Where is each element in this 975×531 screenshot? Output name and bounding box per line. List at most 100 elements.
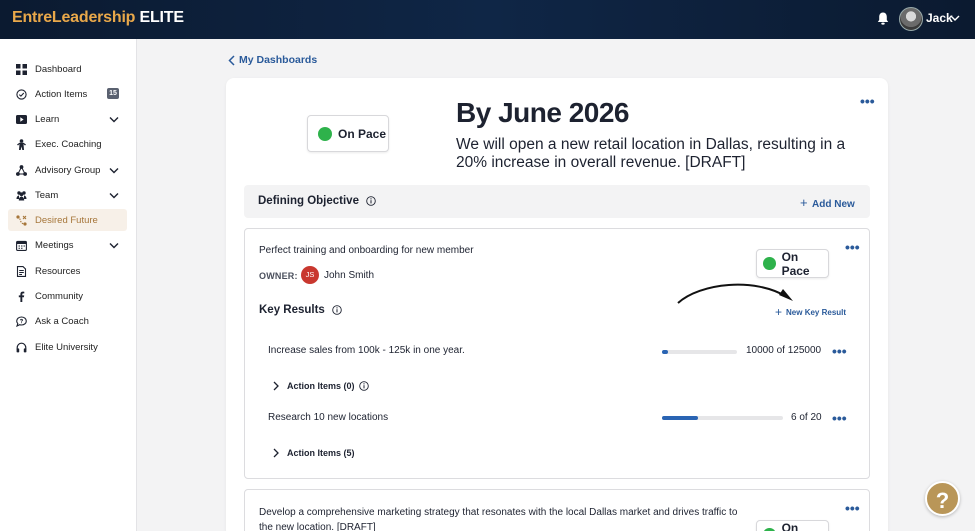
desired-future-icon <box>16 214 27 226</box>
sidebar-item-elite-university[interactable]: Elite University <box>8 336 127 358</box>
sidebar-item-community[interactable]: Community <box>8 285 127 307</box>
owner-label: OWNER: <box>259 271 298 281</box>
check-circle-icon <box>16 88 27 100</box>
new-key-result-button[interactable]: + New Key Result <box>775 305 846 319</box>
sidebar-item-dashboard[interactable]: Dashboard <box>8 58 127 80</box>
coaching-icon <box>17 138 26 150</box>
chevron-down-icon[interactable] <box>109 167 119 174</box>
grid-icon <box>16 63 27 75</box>
sidebar-item-exec-coaching[interactable]: Exec. Coaching <box>8 133 127 155</box>
goal-description: We will open a new retail location in Da… <box>456 136 846 171</box>
sidebar-item-label: Dashboard <box>35 63 82 75</box>
sidebar-item-label: Community <box>35 290 84 302</box>
sidebar-item-action-items[interactable]: Action Items 15 <box>8 83 127 105</box>
action-items-toggle[interactable]: Action Items (0) <box>273 381 377 391</box>
network-icon <box>16 164 27 176</box>
count-badge: 15 <box>107 88 119 99</box>
top-bar: EntreLeadership ELITE Jack <box>0 0 975 39</box>
calendar-icon <box>16 240 27 251</box>
action-items-label: Action Items (0) <box>287 381 355 391</box>
sidebar-item-label: Meetings <box>35 239 74 251</box>
chevron-left-icon <box>228 54 235 66</box>
chevron-right-icon <box>273 381 279 391</box>
chevron-down-icon[interactable] <box>109 116 119 123</box>
brand-tier: ELITE <box>139 9 185 26</box>
chevron-down-icon[interactable] <box>950 14 960 22</box>
annotation-arrow-icon <box>677 283 793 304</box>
action-items-toggle[interactable]: Action Items (5) <box>273 448 355 458</box>
info-icon[interactable] <box>358 381 369 391</box>
bell-icon[interactable] <box>877 12 889 25</box>
status-label: On Pace <box>781 520 799 531</box>
defining-objective-header: Defining Objective + Add New <box>244 185 870 218</box>
sidebar-item-label: Ask a Coach <box>35 315 89 327</box>
key-result-count: 10000 of 125000 <box>746 345 822 356</box>
objective-name: Develop a comprehensive marketing strate… <box>259 507 738 531</box>
user-name[interactable]: Jack <box>926 11 953 25</box>
section-title: Defining Objective <box>258 195 376 207</box>
sidebar-item-label: Learn <box>35 113 60 125</box>
status-label: On Pace <box>338 126 387 141</box>
sidebar-item-label: Exec. Coaching <box>35 138 102 150</box>
key-result-name: Research 10 new locations <box>268 412 389 423</box>
status-label: On Pace <box>781 249 810 278</box>
key-result-more-icon[interactable]: ••• <box>832 344 847 358</box>
plus-icon: + <box>800 195 808 210</box>
objective-card: Perfect training and onboarding for new … <box>244 228 870 479</box>
user-avatar[interactable] <box>899 7 923 31</box>
objective-more-icon[interactable]: ••• <box>845 240 860 254</box>
chevron-down-icon[interactable] <box>109 192 119 199</box>
sidebar-item-label: Resources <box>35 265 81 277</box>
sidebar-item-label: Team <box>35 189 59 201</box>
chevron-down-icon[interactable] <box>109 242 119 249</box>
plus-icon: + <box>775 305 783 319</box>
key-result-progress-bar <box>662 416 783 420</box>
sidebar-item-desired-future[interactable]: Desired Future <box>8 209 127 231</box>
sidebar-item-advisory-group[interactable]: Advisory Group <box>8 159 127 181</box>
owner-avatar: JS <box>301 266 319 284</box>
team-icon <box>16 190 27 200</box>
key-result-progress-fill <box>662 416 699 420</box>
chat-icon <box>16 315 27 327</box>
add-new-objective-button[interactable]: + Add New <box>800 195 855 210</box>
sidebar-item-resources[interactable]: Resources <box>8 260 127 282</box>
chevron-right-icon <box>273 448 279 458</box>
key-result-progress-bar <box>662 350 737 354</box>
sidebar-item-learn[interactable]: Learn <box>8 108 127 130</box>
key-result-name: Increase sales from 100k - 125k in one y… <box>268 345 465 356</box>
section-title-text: Defining Objective <box>258 195 359 207</box>
goal-status-badge: On Pace <box>307 115 389 152</box>
sidebar-item-ask-a-coach[interactable]: Ask a Coach <box>8 310 127 332</box>
headphones-icon <box>16 342 27 352</box>
info-icon[interactable] <box>332 305 342 315</box>
sidebar-item-label: Action Items <box>35 88 88 100</box>
goal-more-icon[interactable]: ••• <box>860 94 875 108</box>
sidebar-item-label: Elite University <box>35 341 98 353</box>
sidebar-item-label: Advisory Group <box>35 164 101 176</box>
key-result-progress-fill <box>662 350 668 354</box>
key-results-title-text: Key Results <box>259 304 325 316</box>
status-dot-icon <box>318 126 332 141</box>
objective-card: Develop a comprehensive marketing strate… <box>244 489 870 531</box>
back-to-dashboards-link[interactable]: My Dashboards <box>228 54 317 66</box>
action-items-label: Action Items (5) <box>287 448 355 458</box>
key-result-count: 6 of 20 <box>791 412 822 423</box>
new-key-result-label: New Key Result <box>786 307 847 317</box>
key-result-more-icon[interactable]: ••• <box>832 411 847 425</box>
help-button[interactable]: ? <box>925 481 960 516</box>
brand-logo[interactable]: EntreLeadership ELITE <box>12 9 184 27</box>
document-icon <box>16 265 27 277</box>
objective-more-icon[interactable]: ••• <box>845 501 860 515</box>
add-new-label: Add New <box>812 199 855 210</box>
play-icon <box>16 114 27 124</box>
sidebar-item-team[interactable]: Team <box>8 184 127 206</box>
key-results-title: Key Results <box>259 304 342 316</box>
sidebar: Dashboard Action Items 15 Learn Exec. Co… <box>0 39 137 531</box>
objective-status-badge: On Pace <box>756 520 829 531</box>
goal-title: By June 2026 <box>456 97 630 128</box>
objective-name: Perfect training and onboarding for new … <box>259 245 474 256</box>
sidebar-item-meetings[interactable]: Meetings <box>8 234 127 256</box>
facebook-icon <box>18 291 25 302</box>
info-icon[interactable] <box>366 196 376 206</box>
objective-status-badge: On Pace <box>756 249 829 278</box>
